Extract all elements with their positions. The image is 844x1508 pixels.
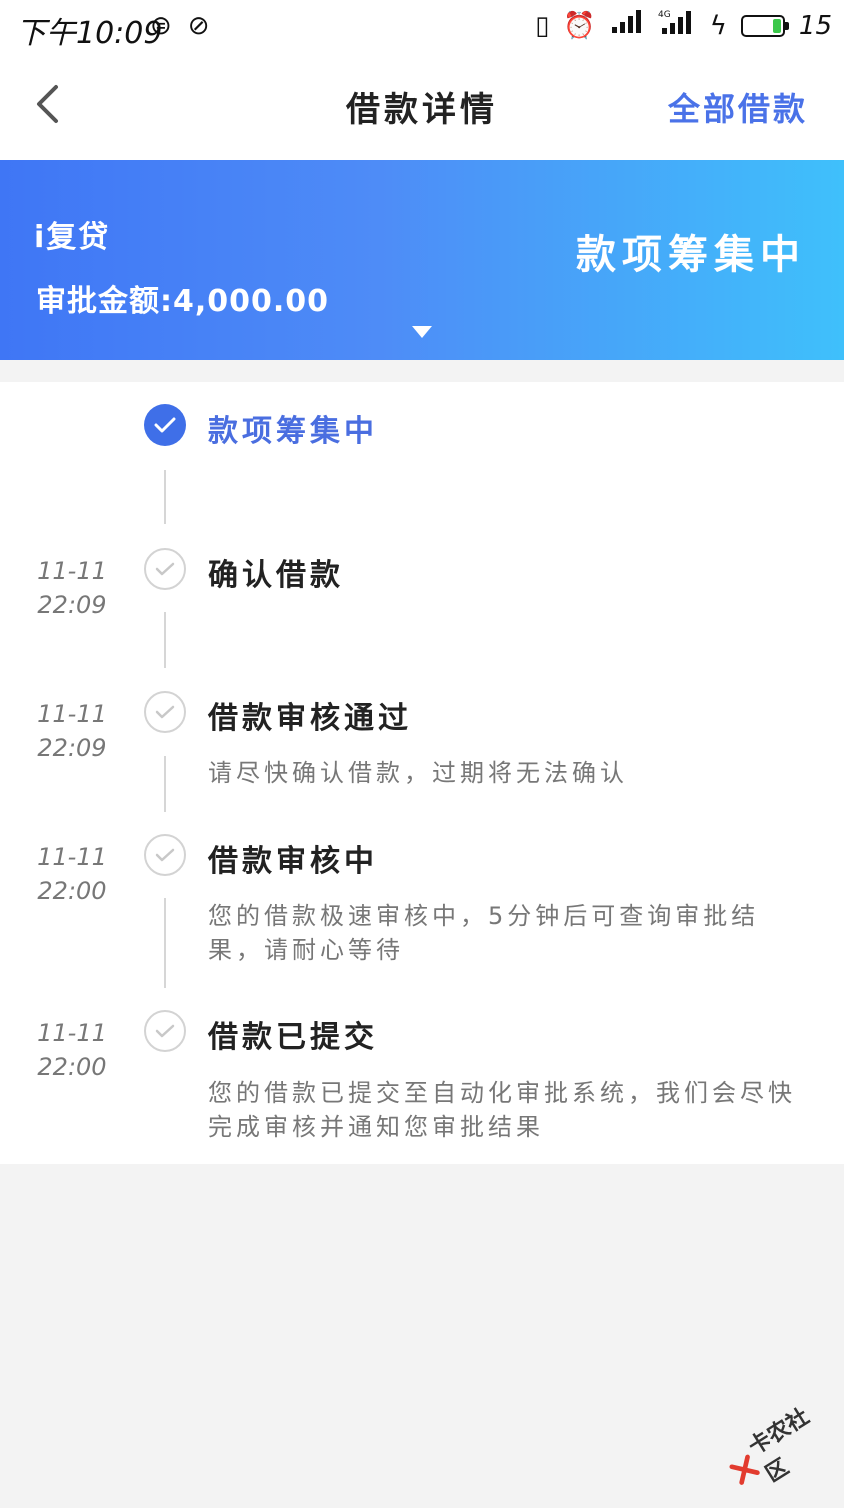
timeline-date: 11-11 <box>37 1019 107 1047</box>
no-disturb-icon: ⊘ <box>187 11 210 41</box>
4g-signal-icon: 4G <box>658 8 696 44</box>
timeline-title: 借款已提交 <box>208 1020 378 1055</box>
timeline-card: 款项筹集中 11-11 22:09 确认借款 11-11 22:09 借款审核通… <box>0 382 844 1164</box>
timeline-desc: 请尽快确认借款，过期将无法确认 <box>208 759 628 787</box>
caret-down-icon[interactable] <box>412 326 432 338</box>
alarm-icon: ⏰ <box>563 11 596 41</box>
timeline-title: 款项筹集中 <box>208 414 378 449</box>
timeline-date: 11-11 <box>37 557 107 585</box>
all-loans-link[interactable]: 全部借款 <box>668 84 808 130</box>
timeline-desc: 您的借款极速审核中，5分钟后可查询审批结果，请耐心等待 <box>208 902 760 964</box>
check-circle-icon <box>144 691 186 733</box>
timeline-title: 借款审核中 <box>208 844 378 879</box>
watermark-logo: 卡农社区 <box>715 1386 844 1507</box>
sync-icon: ⊜ <box>150 11 172 41</box>
svg-text:4G: 4G <box>658 10 671 20</box>
vibrate-icon: ▯ <box>535 11 550 41</box>
charging-icon: ϟ <box>709 11 727 41</box>
timeline-date: 11-11 <box>37 700 107 728</box>
timeline-desc: 您的借款已提交至自动化审批系统，我们会尽快完成审核并通知您审批结果 <box>208 1079 796 1141</box>
timeline-date: 11-11 <box>37 843 107 871</box>
timeline-title: 借款审核通过 <box>208 701 412 736</box>
timeline-connector <box>164 612 166 668</box>
timeline-connector <box>164 470 166 524</box>
banner-status: 款项筹集中 <box>576 232 806 278</box>
status-icons-left: ⊜ ⊘ <box>150 10 210 42</box>
timeline-title: 确认借款 <box>208 558 344 593</box>
timeline-time: 22:00 <box>37 1053 107 1081</box>
battery-level: 15 <box>798 11 832 41</box>
approval-amount: 审批金额:4,000.00 <box>36 284 330 319</box>
timeline-connector <box>164 898 166 988</box>
product-name: i复贷 <box>34 220 111 255</box>
battery-fill <box>772 19 781 33</box>
status-icons-right: ▯ ⏰ 4G ϟ 15 <box>535 8 832 44</box>
signal-icon <box>610 9 644 43</box>
check-circle-icon <box>144 548 186 590</box>
battery-icon <box>740 15 789 37</box>
status-bar: 下午10:09 ⊜ ⊘ ▯ ⏰ 4G ϟ 15 <box>0 0 844 52</box>
timeline-time: 22:09 <box>37 591 107 619</box>
status-time: 下午10:09 <box>16 16 163 51</box>
check-circle-icon <box>144 834 186 876</box>
header: 借款详情 全部借款 <box>0 52 844 160</box>
check-circle-active-icon <box>144 404 186 446</box>
check-circle-icon <box>144 1010 186 1052</box>
timeline-time: 22:00 <box>37 877 107 905</box>
timeline-connector <box>164 756 166 812</box>
timeline-time: 22:09 <box>37 734 107 762</box>
